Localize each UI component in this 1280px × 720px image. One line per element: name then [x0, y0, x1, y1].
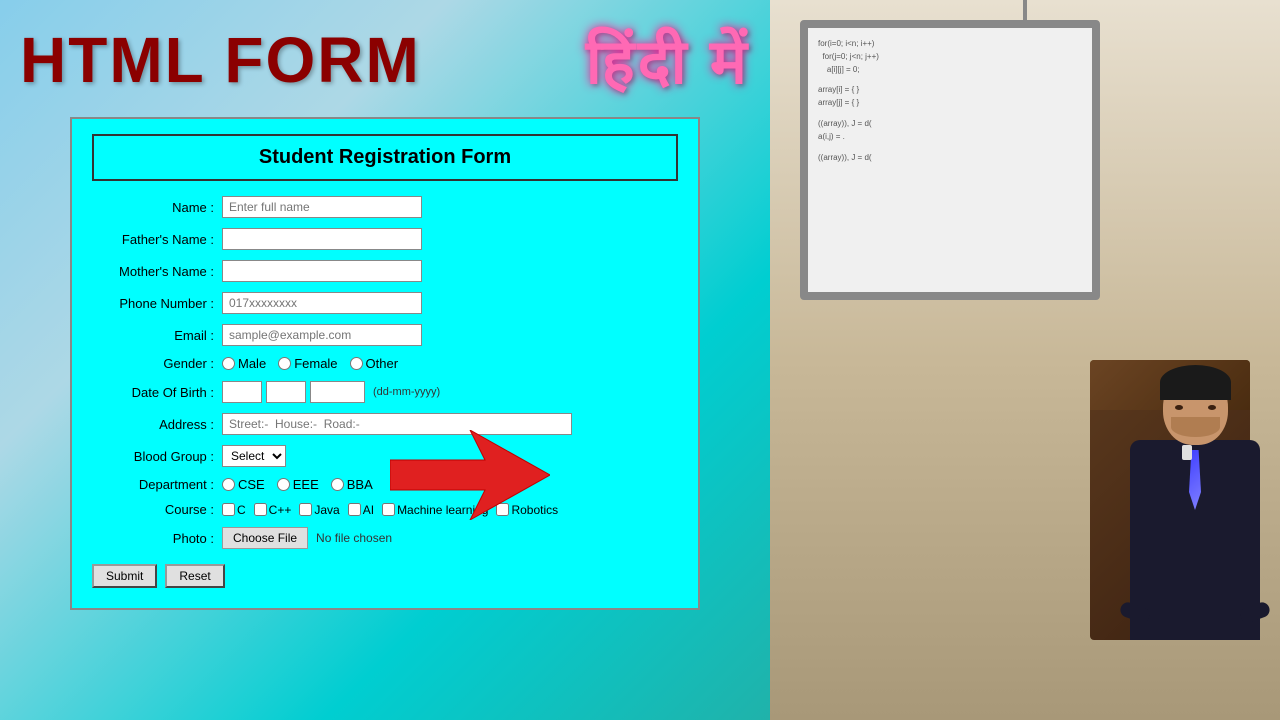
course-ai[interactable]: AI	[348, 503, 374, 517]
hindi-title: हिंदी में	[586, 18, 750, 102]
gender-label: Gender :	[92, 356, 222, 371]
gender-other[interactable]: Other	[350, 356, 399, 371]
dob-label: Date Of Birth :	[92, 385, 222, 400]
mother-input[interactable]	[222, 260, 422, 282]
gender-female-radio[interactable]	[278, 357, 291, 370]
dept-group: CSE EEE BBA	[222, 477, 373, 492]
file-section: Choose File No file chosen	[222, 527, 392, 549]
gender-male-radio[interactable]	[222, 357, 235, 370]
dept-label: Department :	[92, 477, 222, 492]
course-c[interactable]: C	[222, 503, 246, 517]
course-c-check[interactable]	[222, 503, 235, 516]
phone-label: Phone Number :	[92, 296, 222, 311]
left-panel: HTML FORM हिंदी में Student Registration…	[0, 0, 770, 720]
dept-bba-radio[interactable]	[331, 478, 344, 491]
gender-group: Male Female Other	[222, 356, 398, 371]
main-title: HTML FORM	[20, 23, 421, 97]
photo-row: Photo : Choose File No file chosen	[92, 527, 678, 549]
father-input[interactable]	[222, 228, 422, 250]
choose-file-button[interactable]: Choose File	[222, 527, 308, 549]
gender-row: Gender : Male Female Other	[92, 356, 678, 371]
name-row: Name :	[92, 196, 678, 218]
dob-year[interactable]	[310, 381, 365, 403]
name-input[interactable]	[222, 196, 422, 218]
gender-male[interactable]: Male	[222, 356, 266, 371]
dob-day[interactable]	[222, 381, 262, 403]
dept-row: Department : CSE EEE BBA	[92, 477, 678, 492]
address-label: Address :	[92, 417, 222, 432]
no-file-text: No file chosen	[316, 531, 392, 545]
course-ai-check[interactable]	[348, 503, 361, 516]
email-label: Email :	[92, 328, 222, 343]
whiteboard-content: for(i=0; i<n; i++) for(j=0; j<n; j++) a[…	[808, 28, 1092, 174]
address-row: Address :	[92, 413, 678, 435]
mother-row: Mother's Name :	[92, 260, 678, 282]
blood-select[interactable]: Select A+ A- B+ B- O+ O- AB+ AB-	[222, 445, 286, 467]
blood-label: Blood Group :	[92, 449, 222, 464]
blood-row: Blood Group : Select A+ A- B+ B- O+ O- A…	[92, 445, 678, 467]
whiteboard: for(i=0; i<n; i++) for(j=0; j<n; j++) a[…	[800, 20, 1100, 300]
gender-female[interactable]: Female	[278, 356, 337, 371]
reset-button[interactable]: Reset	[165, 564, 224, 588]
dept-cse[interactable]: CSE	[222, 477, 265, 492]
phone-row: Phone Number :	[92, 292, 678, 314]
person-hair	[1160, 365, 1231, 400]
course-cpp-check[interactable]	[254, 503, 267, 516]
dept-eee[interactable]: EEE	[277, 477, 319, 492]
course-label: Course :	[92, 502, 222, 517]
form-container: Student Registration Form Name : Father'…	[70, 117, 700, 610]
dob-format: (dd-mm-yyyy)	[373, 386, 440, 398]
email-row: Email :	[92, 324, 678, 346]
classroom-background: for(i=0; i<n; i++) for(j=0; j<n; j++) a[…	[770, 0, 1280, 720]
person-head	[1163, 370, 1228, 445]
form-title-box: Student Registration Form	[92, 134, 678, 181]
dept-eee-radio[interactable]	[277, 478, 290, 491]
dept-cse-radio[interactable]	[222, 478, 235, 491]
person-body	[1130, 440, 1260, 640]
course-cpp[interactable]: C++	[254, 503, 292, 517]
person	[1130, 370, 1260, 640]
mother-label: Mother's Name :	[92, 264, 222, 279]
dob-group: (dd-mm-yyyy)	[222, 381, 440, 403]
button-row: Submit Reset	[92, 564, 678, 588]
gender-other-radio[interactable]	[350, 357, 363, 370]
dob-row: Date Of Birth : (dd-mm-yyyy)	[92, 381, 678, 403]
dept-bba[interactable]: BBA	[331, 477, 373, 492]
dob-month[interactable]	[266, 381, 306, 403]
photo-label: Photo :	[92, 531, 222, 546]
phone-input[interactable]	[222, 292, 422, 314]
form-title: Student Registration Form	[104, 146, 666, 169]
submit-button[interactable]: Submit	[92, 564, 157, 588]
title-bar: HTML FORM हिंदी में	[0, 0, 770, 112]
arrow-icon	[390, 430, 550, 520]
email-input[interactable]	[222, 324, 422, 346]
course-java-check[interactable]	[299, 503, 312, 516]
father-label: Father's Name :	[92, 232, 222, 247]
father-row: Father's Name :	[92, 228, 678, 250]
name-label: Name :	[92, 200, 222, 215]
course-java[interactable]: Java	[299, 503, 339, 517]
course-row: Course : C C++ Java AI Machine learning	[92, 502, 678, 517]
right-panel: for(i=0; i<n; i++) for(j=0; j<n; j++) a[…	[770, 0, 1280, 720]
